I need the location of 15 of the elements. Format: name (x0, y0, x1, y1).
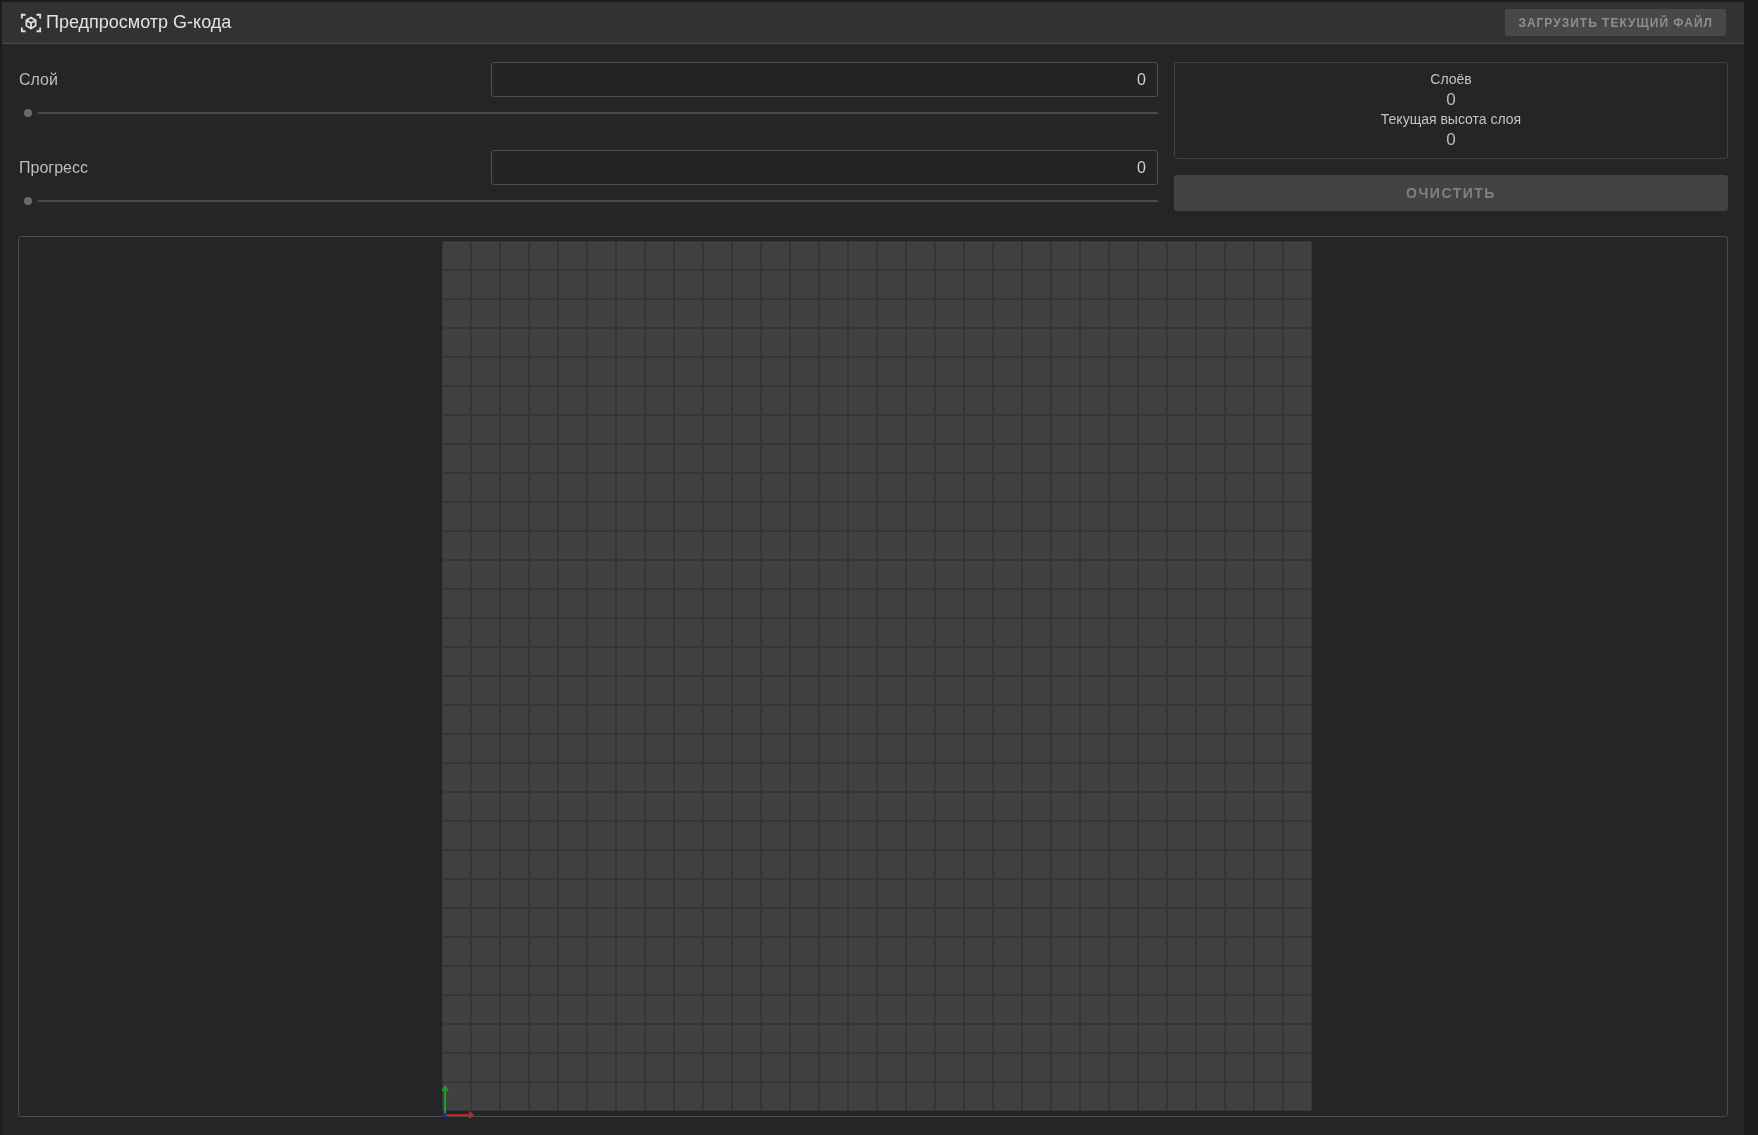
slider-track[interactable] (24, 195, 1158, 207)
slider-thumb[interactable] (24, 197, 32, 205)
slider-thumb[interactable] (24, 109, 32, 117)
number-field[interactable]: 0 (491, 150, 1158, 185)
window-title: Предпросмотр G-кода (46, 11, 232, 34)
slider-track[interactable] (24, 107, 1158, 119)
axes-icon (442, 1084, 474, 1118)
field-label: Прогресс (19, 157, 88, 178)
cube-icon (20, 11, 42, 34)
stat-value: 0 (1446, 128, 1456, 151)
stat-label: Слоёв (1430, 70, 1472, 88)
stat-label: Текущая высота слоя (1380, 110, 1522, 128)
number-field[interactable]: 0 (491, 62, 1158, 97)
field-label: Слой (19, 69, 58, 90)
stat-value: 0 (1446, 88, 1456, 111)
